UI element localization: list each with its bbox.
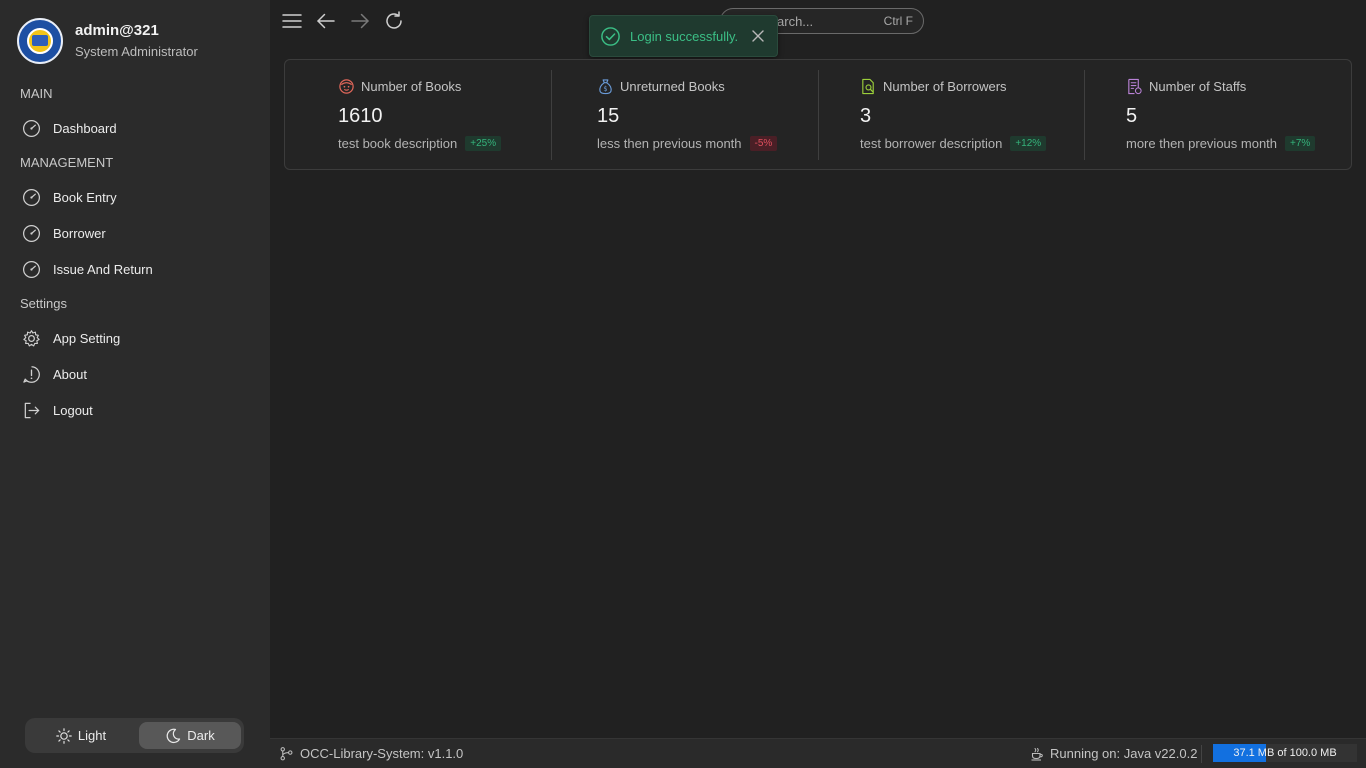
trend-badge: +25% <box>465 136 502 151</box>
sidebar-item-label: Dashboard <box>53 120 117 136</box>
avatar <box>17 18 63 64</box>
app-version: OCC-Library-System: v1.1.0 <box>279 746 463 761</box>
light-theme-button[interactable]: Light <box>30 722 132 749</box>
stat-value: 1610 <box>338 105 383 127</box>
stat-value: 15 <box>597 105 620 127</box>
sidebar-item-dashboard[interactable]: Dashboard <box>22 116 117 140</box>
profile-name: admin@321 <box>75 21 159 39</box>
status-bar: OCC-Library-System: v1.1.0 Running on: J… <box>270 738 1366 768</box>
divider <box>1084 70 1085 160</box>
section-management: MANAGEMENT <box>20 155 114 170</box>
sidebar-item-borrower[interactable]: Borrower <box>22 221 106 245</box>
stat-number-of-staffs: Number of Staffs 5 more then previous mo… <box>1126 76 1316 151</box>
profile: admin@321 System Administrator <box>17 18 198 64</box>
dashboard-gauge-icon <box>22 119 41 137</box>
stat-description: test borrower description <box>860 136 1003 151</box>
stat-unreturned-books: $ Unreturned Books 15 less then previous… <box>597 76 778 151</box>
memory-usage-text: 37.1 MB of 100.0 MB <box>1233 747 1337 759</box>
trend-badge: +7% <box>1285 136 1316 151</box>
moon-icon <box>166 728 181 743</box>
document-search-icon <box>862 78 874 94</box>
sun-icon <box>56 727 72 744</box>
check-circle-icon <box>601 26 620 46</box>
java-cup-icon <box>1031 747 1043 761</box>
profile-role: System Administrator <box>75 43 198 59</box>
sidebar-item-label: App Setting <box>53 330 121 346</box>
back-arrow-icon[interactable] <box>315 10 337 32</box>
stat-number-of-books: Number of Books 1610 test book descripti… <box>338 76 502 151</box>
stat-description: less then previous month <box>597 136 742 151</box>
sidebar-item-logout[interactable]: Logout <box>22 398 93 422</box>
section-settings: Settings <box>20 296 67 311</box>
sidebar: admin@321 System Administrator MAIN Dash… <box>0 0 270 768</box>
gear-icon <box>23 329 40 346</box>
trend-badge: +12% <box>1010 136 1047 151</box>
sidebar-item-issue-and-return[interactable]: Issue And Return <box>22 257 153 281</box>
toast-message: Login successfully. <box>630 28 739 44</box>
stat-title: Number of Borrowers <box>883 78 1007 94</box>
divider <box>818 70 819 160</box>
memory-usage-bar[interactable]: 37.1 MB of 100.0 MB <box>1213 744 1357 762</box>
trend-badge: -5% <box>749 136 778 151</box>
book-face-icon <box>339 78 354 94</box>
gauge-icon <box>22 224 41 242</box>
sidebar-item-about[interactable]: About <box>22 362 87 386</box>
theme-toggle: Light Dark <box>25 718 244 753</box>
search-shortcut: Ctrl F <box>883 14 913 28</box>
stat-title: Number of Books <box>361 78 462 94</box>
sidebar-item-label: Issue And Return <box>53 261 153 277</box>
stat-description: test book description <box>338 136 458 151</box>
divider <box>551 70 552 160</box>
stat-description: more then previous month <box>1126 136 1278 151</box>
info-alert-icon <box>23 365 40 383</box>
dark-theme-button[interactable]: Dark <box>139 722 241 749</box>
section-main: MAIN <box>20 86 53 101</box>
runtime-text: Running on: Java v22.0.2 <box>1050 746 1198 761</box>
money-bag-icon: $ <box>599 78 612 94</box>
light-theme-label: Light <box>77 728 107 743</box>
stat-number-of-borrowers: Number of Borrowers 3 test borrower desc… <box>860 76 1047 151</box>
sidebar-item-app-setting[interactable]: App Setting <box>22 326 120 350</box>
gauge-icon <box>22 260 41 278</box>
close-icon[interactable] <box>751 29 765 43</box>
git-branch-icon <box>280 747 293 761</box>
stat-value: 5 <box>1126 105 1138 127</box>
sidebar-item-label: Book Entry <box>53 189 117 205</box>
stat-title: Unreturned Books <box>620 78 725 94</box>
logout-icon <box>24 402 40 418</box>
app-version-text: OCC-Library-System: v1.1.0 <box>300 746 464 761</box>
receipt-icon <box>1128 78 1142 94</box>
gauge-icon <box>22 188 41 206</box>
sidebar-item-book-entry[interactable]: Book Entry <box>22 185 117 209</box>
login-success-toast: Login successfully. <box>589 15 778 57</box>
sidebar-item-label: Logout <box>53 402 93 418</box>
runtime-info: Running on: Java v22.0.2 <box>1030 746 1197 761</box>
stats-card: Number of Books 1610 test book descripti… <box>284 59 1352 170</box>
refresh-icon[interactable] <box>383 10 405 32</box>
svg-text:$: $ <box>603 85 607 93</box>
stat-title: Number of Staffs <box>1149 78 1247 94</box>
sidebar-item-label: Borrower <box>53 225 106 241</box>
dark-theme-label: Dark <box>187 728 215 743</box>
sidebar-item-label: About <box>53 366 87 382</box>
stat-value: 3 <box>860 105 872 127</box>
divider <box>1201 745 1202 763</box>
forward-arrow-icon[interactable] <box>349 10 371 32</box>
menu-icon[interactable] <box>281 10 303 32</box>
